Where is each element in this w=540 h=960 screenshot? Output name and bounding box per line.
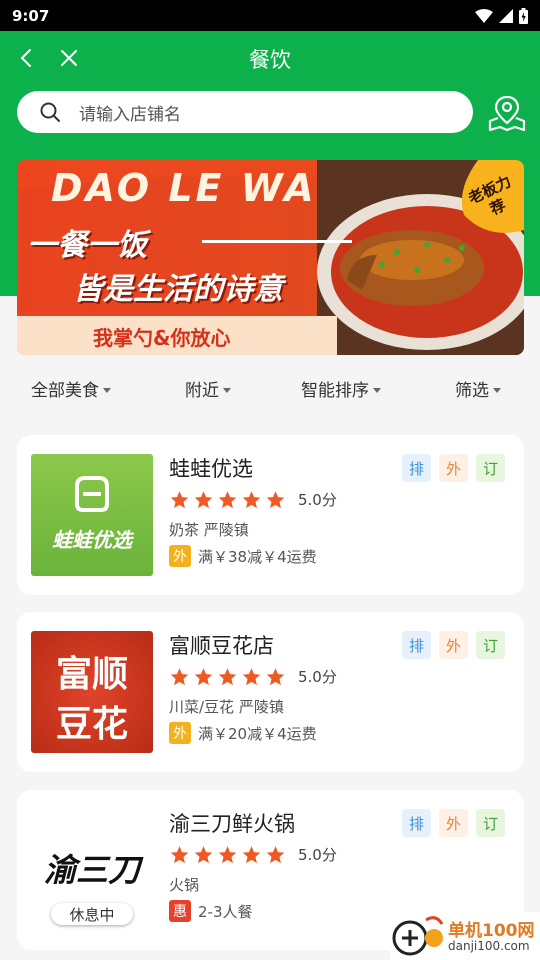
service-tags: 排 外 订 xyxy=(402,454,505,482)
star-icon xyxy=(194,490,213,508)
shop-category: 奶茶 严陵镇 xyxy=(169,521,249,539)
watermark: 单机100网 danji100.com xyxy=(390,912,540,960)
star-icon xyxy=(242,667,261,685)
search-icon xyxy=(40,102,60,122)
promo-info: 外 满￥20减￥4运费 xyxy=(169,722,317,744)
shop-name: 渝三刀鲜火锅 xyxy=(169,812,295,836)
promo-info: 惠 2-3人餐 xyxy=(169,900,253,922)
battery-icon xyxy=(519,7,528,24)
shop-logo-text: 豆花 xyxy=(55,704,128,745)
rating-stars: 5.0分 xyxy=(169,844,337,865)
service-tags: 排 外 订 xyxy=(402,809,505,837)
shop-logo-text: 渝三刀 xyxy=(43,851,140,889)
star-icon xyxy=(218,845,237,863)
watermark-logo-icon xyxy=(392,916,444,956)
tag-reserve: 订 xyxy=(476,631,505,659)
banner-headline-2: 皆是生活的诗意 xyxy=(73,272,283,307)
shop-logo: 蛙蛙优选 xyxy=(31,454,153,576)
banner-headline-1: 一餐一饭 xyxy=(27,228,147,263)
filter-label: 附近 xyxy=(185,381,219,401)
rating-stars: 5.0分 xyxy=(169,489,337,510)
rating-stars: 5.0分 xyxy=(169,666,337,687)
search-placeholder: 请输入店铺名 xyxy=(79,104,181,125)
shop-logo-text: 蛙蛙优选 xyxy=(52,528,132,552)
star-icon xyxy=(266,667,285,685)
star-icon xyxy=(194,845,213,863)
filter-nearby[interactable]: 附近 xyxy=(185,376,231,401)
star-icon xyxy=(218,667,237,685)
status-icons xyxy=(475,7,528,24)
rest-status-label: 休息中 xyxy=(51,903,133,925)
shop-logo: 富顺 豆花 xyxy=(31,631,153,753)
filter-label: 全部美食 xyxy=(31,381,99,401)
tag-queue: 排 xyxy=(402,809,431,837)
back-icon[interactable] xyxy=(14,45,40,71)
shop-logo: 渝三刀 休息中 xyxy=(31,809,153,931)
status-bar: 9:07 xyxy=(0,0,540,31)
promo-banner[interactable]: DAO LE WA 一餐一饭 皆是生活的诗意 我掌勺&你放心 老板力荐 xyxy=(17,160,524,355)
watermark-url: danji100.com xyxy=(448,939,530,953)
banner-slogan: 我掌勺&你放心 xyxy=(93,326,231,350)
status-time: 9:07 xyxy=(12,6,50,25)
tag-queue: 排 xyxy=(402,631,431,659)
filter-screen[interactable]: 筛选 xyxy=(455,376,501,401)
filter-all-food[interactable]: 全部美食 xyxy=(31,376,111,401)
caret-down-icon xyxy=(493,387,501,393)
shop-logo-bag-icon xyxy=(75,476,109,512)
promo-text: 2-3人餐 xyxy=(198,902,253,921)
star-icon xyxy=(170,667,189,685)
delivery-badge: 外 xyxy=(169,545,191,567)
caret-down-icon xyxy=(223,387,231,393)
star-icon xyxy=(170,490,189,508)
map-location-icon[interactable] xyxy=(487,93,527,133)
filter-smart-sort[interactable]: 智能排序 xyxy=(301,376,381,401)
star-icon xyxy=(242,845,261,863)
star-icon xyxy=(242,490,261,508)
promo-info: 外 满￥38减￥4运费 xyxy=(169,545,317,567)
tag-reserve: 订 xyxy=(476,809,505,837)
star-icon xyxy=(266,845,285,863)
watermark-title: 单机100网 xyxy=(448,921,535,941)
shop-name: 富顺豆花店 xyxy=(169,634,274,658)
search-input[interactable]: 请输入店铺名 xyxy=(17,91,473,133)
star-icon xyxy=(170,845,189,863)
star-icon xyxy=(266,490,285,508)
tag-delivery: 外 xyxy=(439,809,468,837)
search-row: 请输入店铺名 xyxy=(17,91,527,133)
star-icon xyxy=(218,490,237,508)
close-icon[interactable] xyxy=(56,45,82,71)
shop-category: 火锅 xyxy=(169,876,200,894)
filter-label: 智能排序 xyxy=(301,381,369,401)
caret-down-icon xyxy=(103,387,111,393)
filter-bar: 全部美食 附近 智能排序 筛选 xyxy=(0,366,540,406)
cellular-icon xyxy=(499,8,513,23)
shop-name: 蛙蛙优选 xyxy=(169,457,253,481)
caret-down-icon xyxy=(373,387,381,393)
rating-score: 5.0分 xyxy=(298,491,337,509)
tag-delivery: 外 xyxy=(439,631,468,659)
filter-label: 筛选 xyxy=(455,381,489,401)
shop-logo-text: 富顺 xyxy=(55,654,128,695)
wifi-icon xyxy=(475,8,493,23)
shop-card[interactable]: 富顺 豆花 富顺豆花店 5.0分 川菜/豆花 严陵镇 外 满￥20减￥4运费 排… xyxy=(17,612,524,772)
rating-score: 5.0分 xyxy=(298,668,337,686)
shop-category: 川菜/豆花 严陵镇 xyxy=(169,698,284,716)
banner-brand: DAO LE WA xyxy=(51,166,317,210)
delivery-badge: 外 xyxy=(169,722,191,744)
rating-score: 5.0分 xyxy=(298,846,337,864)
tag-reserve: 订 xyxy=(476,454,505,482)
promo-text: 满￥38减￥4运费 xyxy=(198,547,317,566)
service-tags: 排 外 订 xyxy=(402,631,505,659)
discount-badge: 惠 xyxy=(169,900,191,922)
tag-delivery: 外 xyxy=(439,454,468,482)
tag-queue: 排 xyxy=(402,454,431,482)
top-bar: 餐饮 xyxy=(0,31,540,87)
star-icon xyxy=(194,667,213,685)
promo-text: 满￥20减￥4运费 xyxy=(198,724,317,743)
shop-card[interactable]: 蛙蛙优选 蛙蛙优选 5.0分 奶茶 严陵镇 外 满￥38减￥4运费 排 外 订 xyxy=(17,435,524,595)
